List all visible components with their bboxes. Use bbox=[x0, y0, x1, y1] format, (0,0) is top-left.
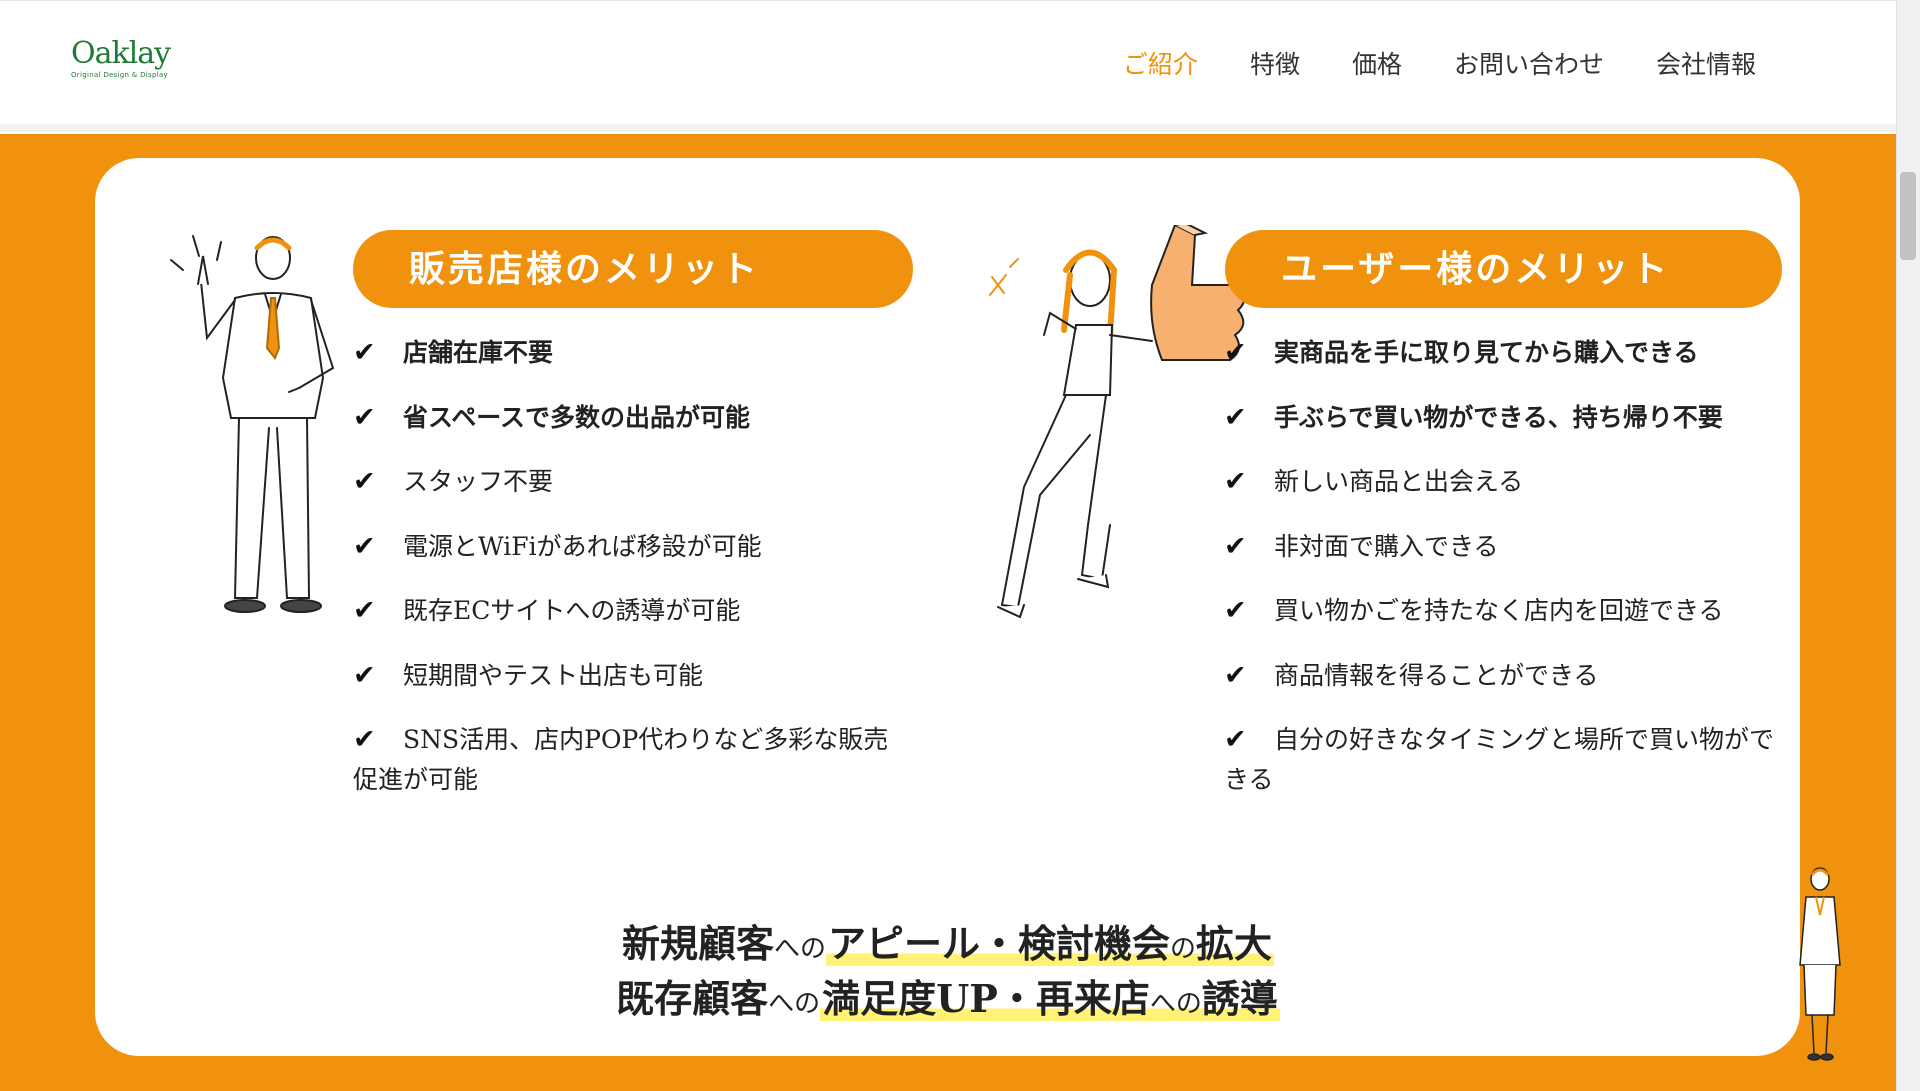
seller-merits-list: ✔ 店舗在庫不要 ✔ 省スペースで多数の出品が可能 ✔ スタッフ不要 ✔ 電源とWiFi… bbox=[353, 333, 913, 825]
header-divider bbox=[0, 124, 1896, 132]
oaklay-logo[interactable]: Oaklay Original Design & Display bbox=[71, 39, 181, 87]
main-nav: ご紹介 特徴 価格 お問い合わせ 会社情報 bbox=[1123, 45, 1756, 81]
list-item: ✔ 手ぶらで買い物ができる、持ち帰り不要 bbox=[1224, 398, 1784, 438]
check-icon: ✔ bbox=[1224, 466, 1247, 497]
check-icon: ✔ bbox=[1224, 724, 1247, 755]
scrollbar-thumb[interactable] bbox=[1900, 172, 1916, 260]
list-item: ✔ 実商品を手に取り見てから購入できる bbox=[1224, 333, 1784, 373]
site-header: Oaklay Original Design & Display ご紹介 特徴 … bbox=[0, 0, 1896, 127]
businessman-illustration bbox=[170, 235, 335, 613]
list-item: ✔ SNS活用、店内POP代わりなど多彩な販売促進が可能 bbox=[353, 720, 913, 800]
check-icon: ✔ bbox=[1224, 337, 1247, 368]
check-icon: ✔ bbox=[1224, 595, 1247, 626]
check-icon: ✔ bbox=[1224, 401, 1247, 433]
summary-line-new-customers: 新規顧客へのアピール・検討機会の拡大 bbox=[621, 921, 1275, 966]
list-item: ✔ 既存ECサイトへの誘導が可能 bbox=[353, 591, 913, 631]
list-item: ✔ スタッフ不要 bbox=[353, 462, 913, 502]
highlight-text: 満足度UP・再来店への誘導 bbox=[820, 976, 1280, 1021]
nav-item-features[interactable]: 特徴 bbox=[1250, 45, 1300, 81]
check-icon: ✔ bbox=[353, 337, 376, 368]
check-icon: ✔ bbox=[1224, 530, 1247, 562]
nav-item-price[interactable]: 価格 bbox=[1352, 45, 1402, 81]
list-item: ✔ 商品情報を得ることができる bbox=[1224, 656, 1784, 696]
nav-item-introduction[interactable]: ご紹介 bbox=[1123, 45, 1198, 81]
list-item: ✔ 自分の好きなタイミングと場所で買い物ができる bbox=[1224, 720, 1784, 800]
logo-wordmark: Oaklay bbox=[71, 36, 171, 71]
nav-item-company[interactable]: 会社情報 bbox=[1656, 45, 1756, 81]
list-item: ✔ 非対面で購入できる bbox=[1224, 527, 1784, 567]
list-item: ✔ 省スペースで多数の出品が可能 bbox=[353, 398, 913, 438]
check-icon: ✔ bbox=[353, 659, 376, 691]
check-icon: ✔ bbox=[353, 401, 376, 433]
user-merits-title: ユーザー様のメリット bbox=[1225, 230, 1782, 308]
list-item: ✔ 新しい商品と出会える bbox=[1224, 462, 1784, 502]
list-item: ✔ 買い物かごを持たなく店内を回遊できる bbox=[1224, 591, 1784, 631]
user-merits-list: ✔ 実商品を手に取り見てから購入できる ✔ 手ぶらで買い物ができる、持ち帰り不要 ✔… bbox=[1224, 333, 1784, 825]
page-scrollbar[interactable] bbox=[1896, 0, 1920, 1091]
seller-merits-title: 販売店様のメリット bbox=[353, 230, 913, 308]
check-icon: ✔ bbox=[353, 530, 376, 562]
check-icon: ✔ bbox=[353, 595, 376, 626]
list-item: ✔ 店舗在庫不要 bbox=[353, 333, 913, 373]
check-icon: ✔ bbox=[353, 724, 376, 755]
summary-line-existing-customers: 既存顧客への満足度UP・再来店への誘導 bbox=[616, 976, 1280, 1021]
check-icon: ✔ bbox=[353, 466, 376, 497]
list-item: ✔ 短期間やテスト出店も可能 bbox=[353, 656, 913, 696]
list-item: ✔ 電源とWiFiがあれば移設が可能 bbox=[353, 527, 913, 567]
highlight-text: アピール・検討機会の拡大 bbox=[825, 921, 1275, 966]
logo-tagline: Original Design & Display bbox=[71, 71, 168, 79]
check-icon: ✔ bbox=[1224, 659, 1247, 691]
nav-item-contact[interactable]: お問い合わせ bbox=[1454, 45, 1604, 81]
